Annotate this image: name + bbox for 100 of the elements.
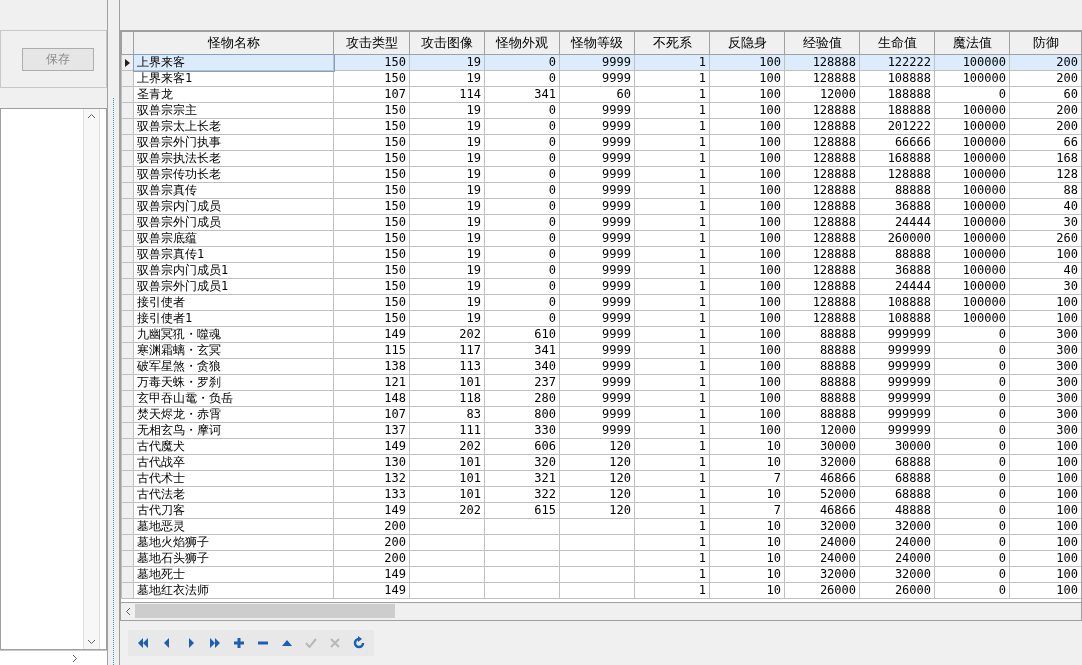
table-cell: 100000 [934, 118, 1010, 135]
table-cell: 100 [709, 390, 785, 407]
table-cell: 202 [409, 502, 485, 519]
table-cell: 188888 [859, 102, 935, 119]
table-cell: 128888 [784, 150, 860, 167]
table-cell: 100 [1009, 566, 1081, 583]
table-cell: 0 [484, 70, 560, 87]
column-header[interactable]: 攻击类型 [333, 31, 410, 55]
table-cell: 12000 [784, 86, 860, 103]
table-cell: 300 [1009, 342, 1081, 359]
table-cell: 100000 [934, 246, 1010, 263]
column-header[interactable]: 不死系 [634, 31, 710, 55]
scrollbar-thumb[interactable] [135, 604, 395, 619]
table-cell: 1 [634, 422, 710, 439]
table-cell: 0 [934, 454, 1010, 471]
table-cell: 0 [934, 438, 1010, 455]
refresh-icon [352, 635, 366, 650]
column-header[interactable]: 经验值 [784, 31, 860, 55]
table-cell: 128888 [784, 134, 860, 151]
table-cell: 10 [709, 534, 785, 551]
table-cell: 9999 [559, 118, 635, 135]
table-cell: 340 [484, 358, 560, 375]
table-cell: 墓地火焰狮子 [133, 534, 334, 551]
column-header[interactable]: 怪物名称 [133, 31, 334, 55]
table-cell: 9999 [559, 406, 635, 423]
table-cell: 100 [1009, 246, 1081, 263]
table-cell: 100 [1009, 518, 1081, 535]
table-cell: 88888 [784, 358, 860, 375]
table-cell: 1 [634, 214, 710, 231]
table-cell: 100 [709, 406, 785, 423]
table-cell: 60 [559, 86, 635, 103]
table-cell: 100000 [934, 278, 1010, 295]
table-cell: 133 [333, 486, 410, 503]
table-cell: 100 [709, 262, 785, 279]
table-cell: 9999 [559, 102, 635, 119]
table-cell: 万毒天蛛・罗刹 [133, 374, 334, 391]
table-cell: 66 [1009, 134, 1081, 151]
table-cell: 19 [409, 134, 485, 151]
table-cell: 古代刀客 [133, 502, 334, 519]
table-cell: 10 [709, 550, 785, 567]
table-cell: 200 [1009, 102, 1081, 119]
table-cell: 0 [484, 278, 560, 295]
table-cell: 24444 [859, 278, 935, 295]
table-cell: 100 [709, 326, 785, 343]
table-cell: 202 [409, 438, 485, 455]
table-cell: 100 [709, 422, 785, 439]
table-cell: 320 [484, 454, 560, 471]
table-cell: 40 [1009, 262, 1081, 279]
column-header[interactable]: 反隐身 [709, 31, 785, 55]
table-cell: 150 [333, 134, 410, 151]
table-cell: 128888 [859, 166, 935, 183]
table-cell: 0 [934, 406, 1010, 423]
table-cell: 260 [1009, 230, 1081, 247]
column-header[interactable]: 攻击图像 [409, 31, 485, 55]
table-cell: 150 [333, 294, 410, 311]
table-cell: 1 [634, 374, 710, 391]
table-cell: 149 [333, 326, 410, 343]
table-cell: 330 [484, 422, 560, 439]
table-cell: 0 [934, 86, 1010, 103]
column-header[interactable]: 防御 [1009, 31, 1081, 55]
table-cell: 9999 [559, 310, 635, 327]
table-cell: 118 [409, 390, 485, 407]
table-cell: 40 [1009, 198, 1081, 215]
table-cell: 0 [484, 102, 560, 119]
table-cell: 驭兽宗外门成员1 [133, 278, 334, 295]
table-cell: 150 [333, 166, 410, 183]
table-cell: 九幽冥犼・噬魂 [133, 326, 334, 343]
table-cell: 100000 [934, 294, 1010, 311]
table-cell: 驭兽宗内门成员 [133, 198, 334, 215]
table-cell: 19 [409, 166, 485, 183]
table-cell: 128888 [784, 230, 860, 247]
column-header[interactable]: 怪物外观 [484, 31, 560, 55]
table-cell: 120 [559, 454, 635, 471]
column-header[interactable]: 怪物等级 [559, 31, 635, 55]
table-cell: 9999 [559, 294, 635, 311]
table-cell: 107 [333, 86, 410, 103]
table-cell: 墓地石头狮子 [133, 550, 334, 567]
table-cell: 128888 [784, 262, 860, 279]
table-cell: 188888 [859, 86, 935, 103]
current-row-icon [125, 58, 130, 67]
table-cell: 0 [484, 246, 560, 263]
table-cell: 150 [333, 182, 410, 199]
table-cell: 111 [409, 422, 485, 439]
table-cell: 32000 [859, 518, 935, 535]
table-cell: 100000 [934, 134, 1010, 151]
table-cell: 破军星煞・贪狼 [133, 358, 334, 375]
table-cell: 19 [409, 294, 485, 311]
table-cell: 52000 [784, 486, 860, 503]
column-header[interactable]: 生命值 [859, 31, 935, 55]
table-cell: 无相玄鸟・摩诃 [133, 422, 334, 439]
table-cell: 100 [709, 134, 785, 151]
table-cell: 300 [1009, 422, 1081, 439]
vertical-scrollbar[interactable] [83, 109, 100, 649]
table-cell: 100 [1009, 310, 1081, 327]
table-cell: 113 [409, 358, 485, 375]
table-cell: 24444 [859, 214, 935, 231]
table-cell: 68888 [859, 454, 935, 471]
table-cell: 100000 [934, 310, 1010, 327]
table-cell: 149 [333, 582, 410, 599]
column-header[interactable]: 魔法值 [934, 31, 1010, 55]
